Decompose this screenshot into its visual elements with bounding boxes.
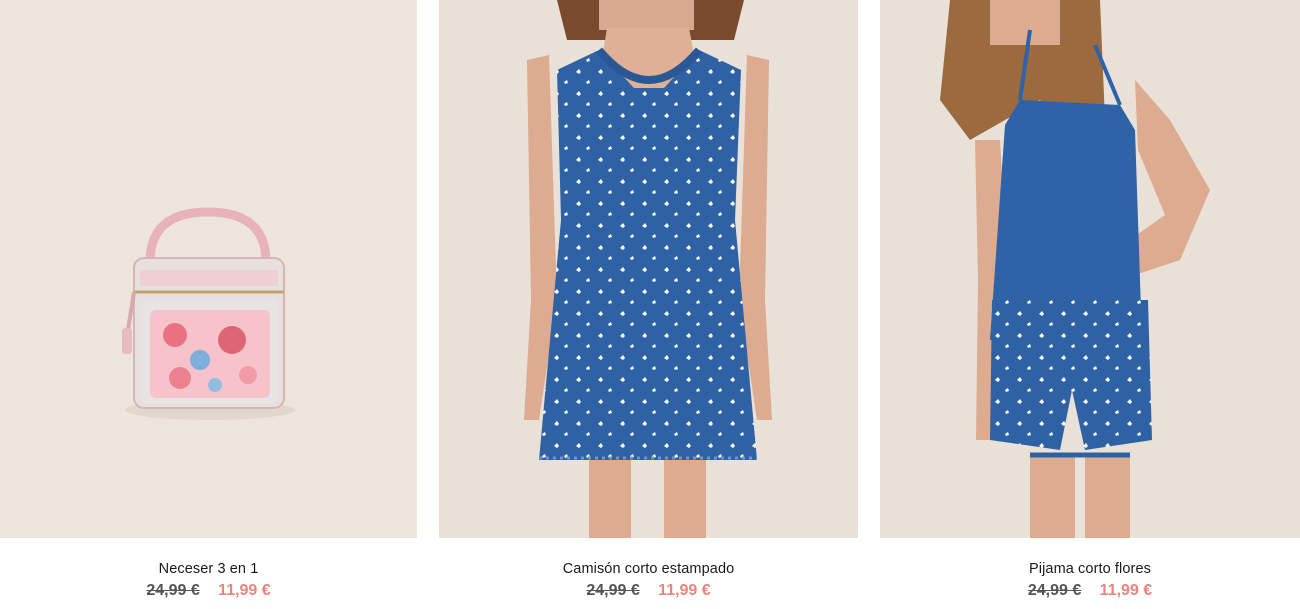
product-card-nightdress[interactable]: Camisón corto estampado 24,99 € 11,99 €: [439, 0, 858, 609]
nightdress-image[interactable]: [439, 0, 858, 538]
sale-price: 11,99 €: [1099, 582, 1153, 599]
product-prices: 24,99 € 11,99 €: [880, 582, 1300, 600]
original-price: 24,99 €: [1027, 582, 1082, 599]
product-name[interactable]: Camisón corto estampado: [439, 561, 858, 577]
product-card-pajama[interactable]: Pijama corto flores 24,99 € 11,99 €: [880, 0, 1300, 609]
product-name[interactable]: Pijama corto flores: [880, 561, 1300, 577]
original-price: 24,99 €: [586, 582, 640, 599]
toiletry-bag-image[interactable]: [0, 0, 417, 538]
original-price: 24,99 €: [146, 582, 200, 599]
product-card-toiletry-bag[interactable]: Neceser 3 en 1 24,99 € 11,99 €: [0, 0, 417, 609]
sale-price: 11,99 €: [218, 582, 271, 599]
pajama-image[interactable]: [880, 0, 1300, 538]
product-prices: 24,99 € 11,99 €: [0, 582, 417, 600]
product-name[interactable]: Neceser 3 en 1: [0, 561, 417, 577]
product-grid: Neceser 3 en 1 24,99 € 11,99 € Camisón c…: [0, 0, 1300, 609]
product-prices: 24,99 € 11,99 €: [439, 582, 858, 600]
sale-price: 11,99 €: [658, 582, 711, 599]
